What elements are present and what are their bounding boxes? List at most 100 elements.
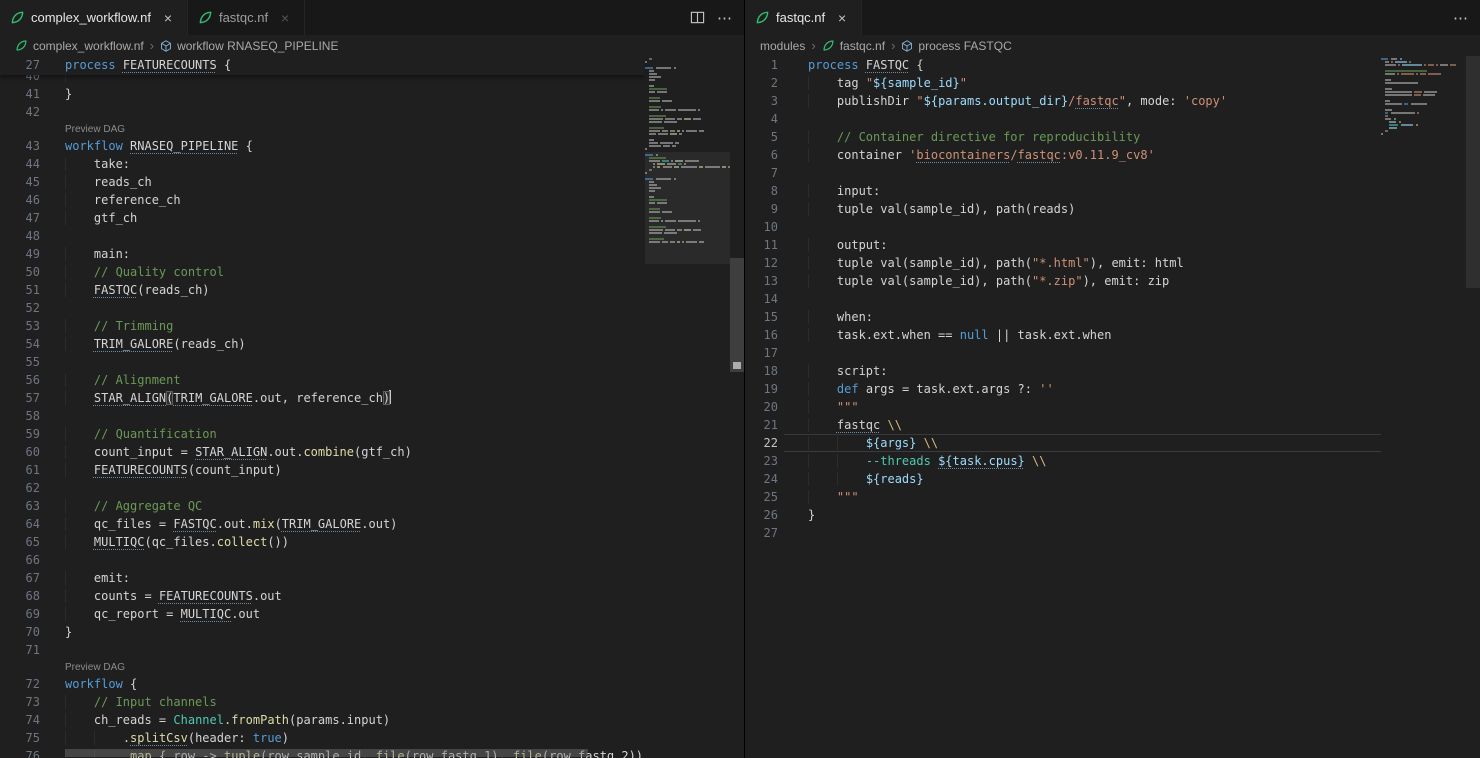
line-number[interactable] [0, 659, 46, 675]
line-number[interactable]: 76 [0, 747, 46, 758]
line-number[interactable]: 15 [745, 308, 784, 326]
vertical-scrollbar[interactable] [1466, 56, 1480, 758]
line-number[interactable]: 18 [745, 362, 784, 380]
line-number[interactable]: 68 [0, 587, 46, 605]
code-line[interactable]: 4 [745, 110, 1381, 128]
tab-fastqc-left[interactable]: fastqc.nf × [188, 0, 305, 35]
line-number[interactable]: 46 [0, 191, 46, 209]
line-number[interactable]: 9 [745, 200, 784, 218]
code-line[interactable]: 58 [0, 407, 645, 425]
line-number[interactable]: 17 [745, 344, 784, 362]
code-line[interactable]: 45 reads_ch [0, 173, 645, 191]
code-line[interactable]: 44 take: [0, 155, 645, 173]
line-number[interactable]: 75 [0, 729, 46, 747]
code-line[interactable]: 51 FASTQC(reads_ch) [0, 281, 645, 299]
line-number[interactable]: 5 [745, 128, 784, 146]
code-line[interactable]: 56 // Alignment [0, 371, 645, 389]
code-line[interactable]: 18 script: [745, 362, 1381, 380]
scrollbar-thumb[interactable] [1466, 56, 1480, 288]
code-line[interactable]: 54 TRIM_GALORE(reads_ch) [0, 335, 645, 353]
code-line[interactable]: 11 output: [745, 236, 1381, 254]
horizontal-scrollbar[interactable] [65, 748, 646, 758]
more-actions-icon[interactable]: ⋯ [1453, 9, 1468, 27]
line-number[interactable]: 62 [0, 479, 46, 497]
minimap[interactable] [645, 56, 730, 758]
line-number[interactable]: 73 [0, 693, 46, 711]
line-number[interactable]: 55 [0, 353, 46, 371]
line-number[interactable]: 57 [0, 389, 46, 407]
code-line[interactable]: 22 ${args} \\ [745, 434, 1381, 452]
line-number[interactable]: 61 [0, 461, 46, 479]
line-number[interactable]: 41 [0, 85, 46, 103]
code-line[interactable]: 62 [0, 479, 645, 497]
code-line[interactable]: 25 """ [745, 488, 1381, 506]
code-line[interactable]: 75 .splitCsv(header: true) [0, 729, 645, 747]
code-line[interactable]: 68 counts = FEATURECOUNTS.out [0, 587, 645, 605]
code-line[interactable]: 74 ch_reads = Channel.fromPath(params.in… [0, 711, 645, 729]
breadcrumb-item-file[interactable]: complex_workflow.nf [33, 39, 144, 53]
line-number[interactable]: 64 [0, 515, 46, 533]
line-number[interactable]: 52 [0, 299, 46, 317]
close-icon[interactable]: × [833, 10, 851, 26]
line-number[interactable]: 59 [0, 425, 46, 443]
tab-fastqc-right[interactable]: fastqc.nf × [745, 0, 862, 35]
code-line[interactable]: 20 """ [745, 398, 1381, 416]
line-number[interactable]: 21 [745, 416, 784, 434]
line-number[interactable]: 1 [745, 56, 784, 74]
line-number[interactable]: 2 [745, 74, 784, 92]
code-line[interactable]: 71 [0, 641, 645, 659]
code-line[interactable]: 46 reference_ch [0, 191, 645, 209]
code-line[interactable]: 66 [0, 551, 645, 569]
code-line[interactable]: 52 [0, 299, 645, 317]
sticky-scroll-line[interactable]: 27process FEATURECOUNTS { [0, 56, 645, 75]
line-number[interactable]: 67 [0, 569, 46, 587]
code-line[interactable]: 6 container 'biocontainers/fastqc:v0.11.… [745, 146, 1381, 164]
line-number[interactable]: 47 [0, 209, 46, 227]
code-line[interactable]: 3 publishDir "${params.output_dir}/fastq… [745, 92, 1381, 110]
line-number[interactable]: 27 [745, 524, 784, 542]
more-actions-icon[interactable]: ⋯ [717, 9, 732, 27]
line-number[interactable]: 60 [0, 443, 46, 461]
code-line[interactable]: 9 tuple val(sample_id), path(reads) [745, 200, 1381, 218]
code-line[interactable]: 21 fastqc \\ [745, 416, 1381, 434]
code-line[interactable]: 48 [0, 227, 645, 245]
line-number[interactable]: 19 [745, 380, 784, 398]
code-line[interactable]: 61 FEATURECOUNTS(count_input) [0, 461, 645, 479]
tab-complex-workflow[interactable]: complex_workflow.nf × [0, 0, 188, 35]
line-number[interactable]: 24 [745, 470, 784, 488]
line-number[interactable]: 66 [0, 551, 46, 569]
code-line[interactable]: 13 tuple val(sample_id), path("*.zip"), … [745, 272, 1381, 290]
line-number[interactable]: 12 [745, 254, 784, 272]
code-line[interactable]: 26} [745, 506, 1381, 524]
code-line[interactable]: 72workflow { [0, 675, 645, 693]
line-number[interactable]: 14 [745, 290, 784, 308]
code-line[interactable]: 16 task.ext.when == null || task.ext.whe… [745, 326, 1381, 344]
code-line[interactable]: 60 count_input = STAR_ALIGN.out.combine(… [0, 443, 645, 461]
line-number[interactable]: 49 [0, 245, 46, 263]
line-number[interactable]: 50 [0, 263, 46, 281]
line-number[interactable]: 48 [0, 227, 46, 245]
line-number[interactable] [0, 121, 46, 137]
breadcrumb-item-folder[interactable]: modules [760, 39, 805, 53]
code-line[interactable]: 55 [0, 353, 645, 371]
codelens-preview-dag[interactable]: Preview DAG [65, 124, 125, 135]
code-line[interactable]: 57 STAR_ALIGN(TRIM_GALORE.out, reference… [0, 389, 645, 407]
line-number[interactable]: 20 [745, 398, 784, 416]
line-number[interactable]: 13 [745, 272, 784, 290]
line-number[interactable]: 27 [0, 56, 46, 75]
code-line[interactable]: 41} [0, 85, 645, 103]
code-line[interactable]: 53 // Trimming [0, 317, 645, 335]
code-line[interactable]: 12 tuple val(sample_id), path("*.html"),… [745, 254, 1381, 272]
line-number[interactable]: 44 [0, 155, 46, 173]
code-line[interactable]: 27process FEATURECOUNTS { [0, 56, 645, 75]
code-line[interactable]: 23 --threads ${task.cpus} \\ [745, 452, 1381, 470]
minimap[interactable] [1381, 56, 1466, 758]
code-line[interactable]: 5 // Container directive for reproducibi… [745, 128, 1381, 146]
line-number[interactable]: 69 [0, 605, 46, 623]
line-number[interactable]: 43 [0, 137, 46, 155]
line-number[interactable]: 22 [745, 434, 784, 452]
code-line[interactable]: 47 gtf_ch [0, 209, 645, 227]
code-line[interactable]: 14 [745, 290, 1381, 308]
line-number[interactable]: 74 [0, 711, 46, 729]
close-icon[interactable]: × [276, 10, 294, 26]
